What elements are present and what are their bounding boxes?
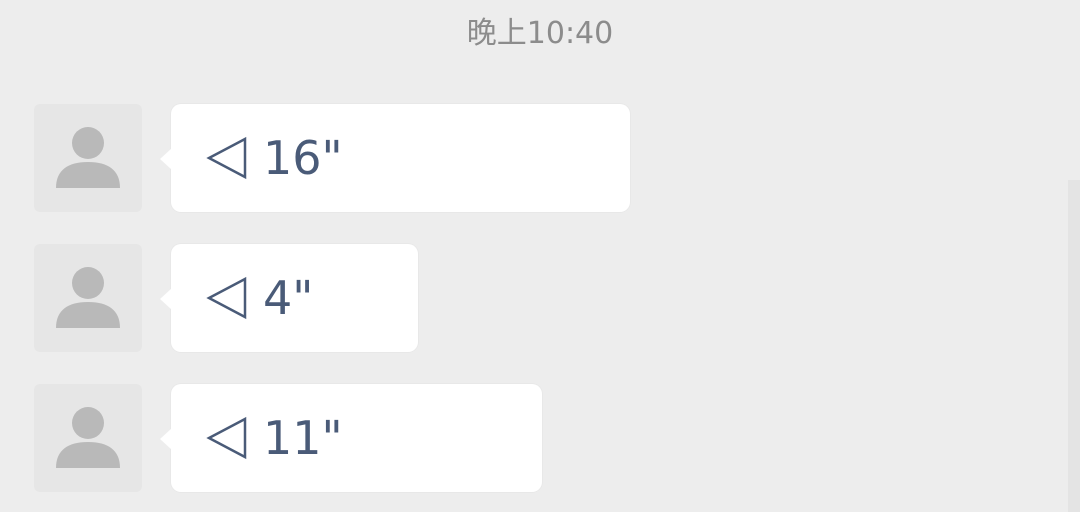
voice-play-icon (206, 416, 247, 460)
default-person-icon (56, 127, 120, 188)
voice-play-icon (206, 136, 247, 180)
avatar[interactable] (34, 384, 142, 492)
voice-message-bubble[interactable]: 4" (160, 244, 418, 352)
chat-window: 晚上10:40 16" 4" 11" (0, 0, 1080, 512)
voice-message-bubble[interactable]: 11" (160, 384, 542, 492)
avatar[interactable] (34, 104, 142, 212)
timestamp: 晚上10:40 (466, 16, 614, 51)
voice-message-bubble[interactable]: 16" (160, 104, 630, 212)
avatar[interactable] (34, 244, 142, 352)
default-person-icon (56, 267, 120, 328)
scrollbar-track[interactable] (1068, 180, 1080, 512)
voice-duration: 11" (263, 411, 343, 465)
voice-duration: 16" (263, 131, 343, 185)
voice-duration: 4" (263, 271, 314, 325)
voice-play-icon (206, 276, 247, 320)
default-person-icon (56, 407, 120, 468)
